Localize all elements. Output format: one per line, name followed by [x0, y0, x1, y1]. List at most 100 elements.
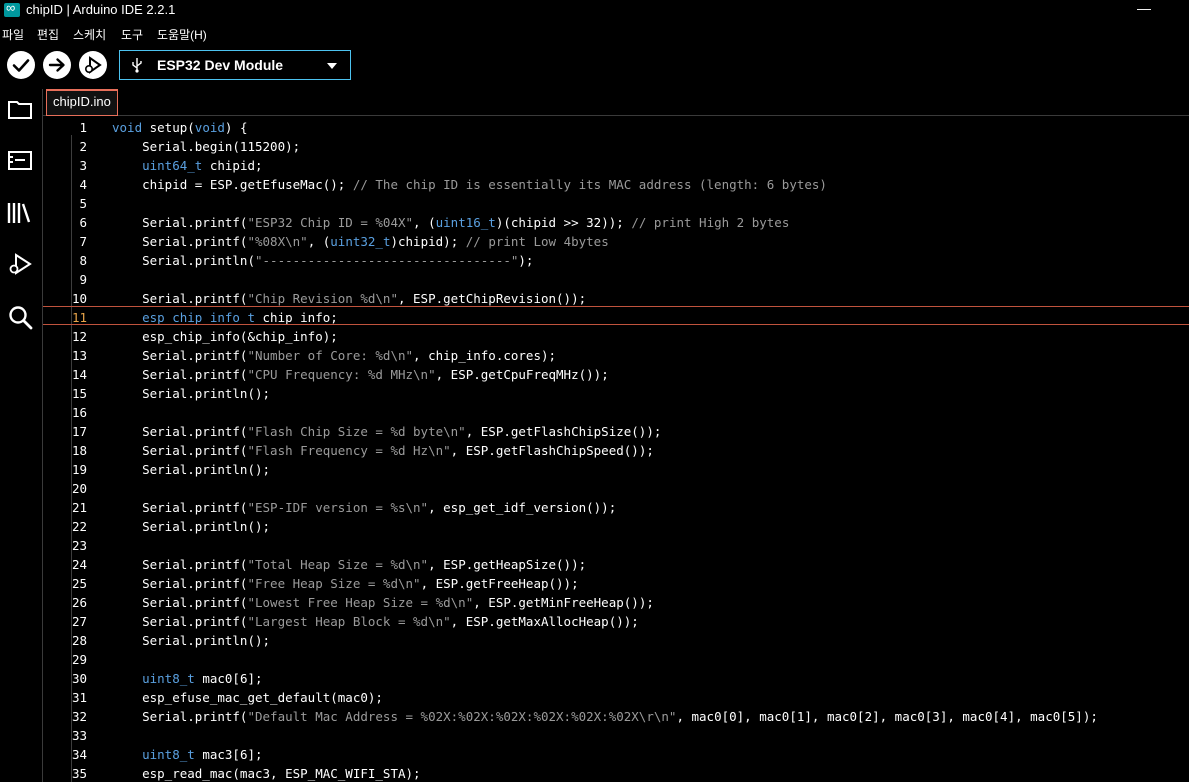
- line-number: 16: [71, 405, 87, 420]
- checkmark-icon: [12, 59, 30, 72]
- line-number: 19: [71, 462, 87, 477]
- code-text: void setup(void) {: [112, 120, 248, 135]
- code-line[interactable]: 18 Serial.printf("Flash Frequency = %d H…: [43, 441, 1189, 460]
- window-title: chipID | Arduino IDE 2.2.1: [26, 2, 176, 17]
- line-number: 29: [71, 652, 87, 667]
- code-text: Serial.printf("Lowest Free Heap Size = %…: [112, 595, 654, 610]
- code-line[interactable]: 4 chipid = ESP.getEfuseMac(); // The chi…: [43, 175, 1189, 194]
- arduino-logo-icon: [4, 0, 20, 17]
- line-number: 25: [71, 576, 87, 591]
- minimize-button[interactable]: —: [1137, 1, 1151, 15]
- code-line[interactable]: 6 Serial.printf("ESP32 Chip ID = %04X", …: [43, 213, 1189, 232]
- code-line[interactable]: 21 Serial.printf("ESP-IDF version = %s\n…: [43, 498, 1189, 517]
- line-number: 12: [71, 329, 87, 344]
- code-text: Serial.printf("Flash Chip Size = %d byte…: [112, 424, 662, 439]
- code-text: Serial.println();: [112, 633, 271, 648]
- menu-help[interactable]: 도움말(H): [157, 26, 207, 43]
- arrow-right-icon: [48, 58, 65, 72]
- debug-icon: [85, 56, 102, 74]
- line-number: 35: [71, 766, 87, 781]
- line-number: 21: [71, 500, 87, 515]
- line-number: 24: [71, 557, 87, 572]
- code-line[interactable]: 27 Serial.printf("Largest Heap Block = %…: [43, 612, 1189, 631]
- code-text: uint8_t mac0[6];: [142, 671, 263, 686]
- code-text: Serial.printf("Free Heap Size = %d\n", E…: [112, 576, 579, 591]
- code-line[interactable]: 34 uint8_t mac3[6];: [43, 745, 1189, 764]
- line-number: 18: [71, 443, 87, 458]
- code-line[interactable]: 35 esp_read_mac(mac3, ESP_MAC_WIFI_STA);: [43, 764, 1189, 782]
- code-line[interactable]: 28 Serial.println();: [43, 631, 1189, 650]
- active-line-highlight: [43, 306, 1189, 325]
- boards-manager-icon[interactable]: [6, 146, 34, 174]
- menu-tools[interactable]: 도구: [121, 26, 143, 43]
- line-number: 17: [71, 424, 87, 439]
- debug-button[interactable]: [79, 51, 107, 79]
- code-line[interactable]: 13 Serial.printf("Number of Core: %d\n",…: [43, 346, 1189, 365]
- menu-file[interactable]: 파일: [2, 26, 24, 43]
- code-text: Serial.printf("Total Heap Size = %d\n", …: [112, 557, 587, 572]
- line-number: 6: [79, 215, 87, 230]
- line-number: 28: [71, 633, 87, 648]
- sidebar: [0, 89, 43, 782]
- title-bar: chipID | Arduino IDE 2.2.1 —: [0, 0, 1189, 22]
- code-line[interactable]: 15 Serial.println();: [43, 384, 1189, 403]
- code-line[interactable]: 24 Serial.printf("Total Heap Size = %d\n…: [43, 555, 1189, 574]
- code-line[interactable]: 29: [43, 650, 1189, 669]
- code-text: Serial.printf("CPU Frequency: %d MHz\n",…: [112, 367, 609, 382]
- usb-icon: [132, 58, 142, 73]
- code-text: Serial.begin(115200);: [112, 139, 301, 154]
- code-line[interactable]: 32 Serial.printf("Default Mac Address = …: [43, 707, 1189, 726]
- code-line[interactable]: 14 Serial.printf("CPU Frequency: %d MHz\…: [43, 365, 1189, 384]
- code-line[interactable]: 8 Serial.println("----------------------…: [43, 251, 1189, 270]
- code-line[interactable]: 16: [43, 403, 1189, 422]
- code-text: Serial.printf("Number of Core: %d\n", ch…: [112, 348, 557, 363]
- indent-guide: [71, 135, 72, 782]
- search-icon[interactable]: [6, 303, 34, 331]
- code-line[interactable]: 26 Serial.printf("Lowest Free Heap Size …: [43, 593, 1189, 612]
- library-manager-icon[interactable]: [6, 199, 34, 227]
- code-text: Serial.println();: [112, 386, 271, 401]
- code-line[interactable]: 7 Serial.printf("%08X\n", (uint32_t)chip…: [43, 232, 1189, 251]
- tab-chipid-ino[interactable]: chipID.ino: [46, 89, 118, 116]
- debug-icon[interactable]: [6, 250, 34, 278]
- code-line[interactable]: 23: [43, 536, 1189, 555]
- code-line[interactable]: 20: [43, 479, 1189, 498]
- menu-sketch[interactable]: 스케치: [73, 26, 106, 43]
- code-line[interactable]: 12 esp_chip_info(&chip_info);: [43, 327, 1189, 346]
- menu-bar: 파일 편집 스케치 도구 도움말(H): [0, 22, 1189, 44]
- code-line[interactable]: 1 void setup(void) {: [43, 118, 1189, 137]
- code-line[interactable]: 31 esp_efuse_mac_get_default(mac0);: [43, 688, 1189, 707]
- line-number: 31: [71, 690, 87, 705]
- code-line[interactable]: 9: [43, 270, 1189, 289]
- code-text: Serial.println();: [112, 519, 271, 534]
- code-line[interactable]: 2 Serial.begin(115200);: [43, 137, 1189, 156]
- chevron-down-icon: [327, 63, 337, 69]
- toolbar: ESP32 Dev Module: [0, 44, 1189, 90]
- code-line[interactable]: 5: [43, 194, 1189, 213]
- sketchbook-icon[interactable]: [6, 95, 34, 123]
- line-number: 15: [71, 386, 87, 401]
- code-line[interactable]: 19 Serial.println();: [43, 460, 1189, 479]
- line-number: 1: [79, 120, 87, 135]
- code-text: Serial.printf("ESP32 Chip ID = %04X", (u…: [112, 215, 790, 230]
- line-number: 33: [71, 728, 87, 743]
- line-number: 14: [71, 367, 87, 382]
- upload-button[interactable]: [43, 51, 71, 79]
- line-number: 2: [79, 139, 87, 154]
- board-name: ESP32 Dev Module: [157, 57, 284, 73]
- menu-edit[interactable]: 편집: [37, 26, 59, 43]
- line-number: 30: [71, 671, 87, 686]
- code-text: Serial.println();: [112, 462, 271, 477]
- code-line[interactable]: 33: [43, 726, 1189, 745]
- code-line[interactable]: 30 uint8_t mac0[6];: [43, 669, 1189, 688]
- code-line[interactable]: 17 Serial.printf("Flash Chip Size = %d b…: [43, 422, 1189, 441]
- verify-button[interactable]: [7, 51, 35, 79]
- code-line[interactable]: 3 uint64_t chipid;: [43, 156, 1189, 175]
- code-editor[interactable]: 1 void setup(void) { 2 Serial.begin(115200…: [43, 116, 1189, 782]
- tab-bar: chipID.ino: [43, 89, 1189, 116]
- line-number: 26: [71, 595, 87, 610]
- code-line[interactable]: 22 Serial.println();: [43, 517, 1189, 536]
- code-text: Serial.printf("Largest Heap Block = %d\n…: [112, 614, 639, 629]
- board-selector[interactable]: ESP32 Dev Module: [119, 50, 351, 80]
- code-line[interactable]: 25 Serial.printf("Free Heap Size = %d\n"…: [43, 574, 1189, 593]
